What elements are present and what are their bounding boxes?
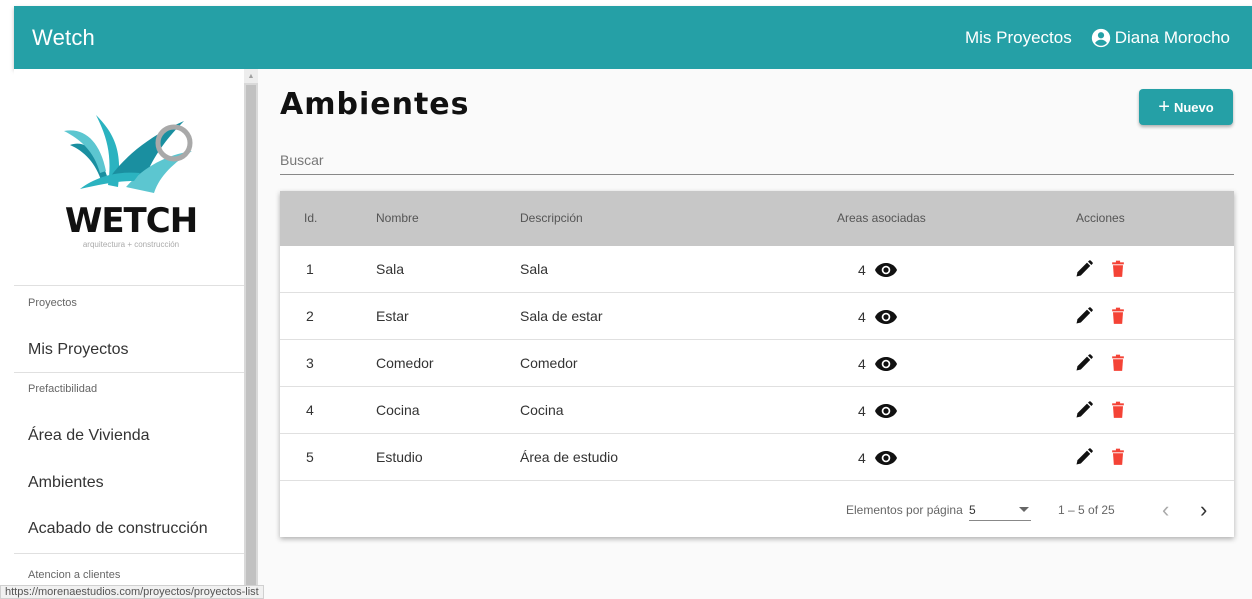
app-brand[interactable]: Wetch	[32, 25, 95, 51]
sidebar-divider	[14, 553, 244, 554]
table-row: 2 Estar Sala de estar 4	[280, 293, 1234, 340]
sidebar: WETCH arquitectura + construcción Proyec…	[14, 69, 244, 599]
cell-nombre: Sala	[376, 261, 405, 277]
cell-areas: 4	[858, 446, 898, 470]
page-size-select[interactable]: 5	[969, 499, 1031, 521]
pencil-icon[interactable]	[1074, 446, 1094, 468]
trash-icon[interactable]	[1108, 258, 1128, 280]
cell-descripcion: Sala de estar	[520, 308, 603, 324]
cell-id: 1	[306, 261, 314, 277]
cell-actions	[1074, 305, 1128, 327]
cell-areas: 4	[858, 399, 898, 423]
cell-nombre: Estudio	[376, 449, 423, 465]
eye-icon[interactable]	[874, 305, 898, 329]
search-input[interactable]	[280, 147, 1234, 173]
cell-id: 3	[306, 355, 314, 371]
cell-nombre: Estar	[376, 308, 409, 324]
cell-descripcion: Comedor	[520, 355, 578, 371]
account-circle-icon	[1091, 28, 1110, 47]
cell-areas: 4	[858, 305, 898, 329]
sidebar-section-proyectos: Proyectos	[28, 297, 77, 309]
table-row: 1 Sala Sala 4	[280, 246, 1234, 293]
table-row: 5 Estudio Área de estudio 4	[280, 434, 1234, 481]
top-toolbar: Wetch Mis Proyectos Diana Morocho	[14, 6, 1252, 69]
areas-count: 4	[858, 450, 866, 466]
scroll-up-arrow-icon[interactable]: ▲	[244, 69, 258, 83]
new-button[interactable]: + Nuevo	[1139, 89, 1233, 125]
trash-icon[interactable]	[1108, 399, 1128, 421]
sidebar-item-area-vivienda[interactable]: Área de Vivienda	[28, 427, 150, 445]
plus-icon: +	[1158, 96, 1170, 118]
status-bar-url: https://morenaestudios.com/proyectos/pro…	[0, 585, 264, 599]
cell-actions	[1074, 352, 1128, 374]
cell-descripcion: Cocina	[520, 402, 564, 418]
areas-count: 4	[858, 309, 866, 325]
nav-mis-proyectos-link[interactable]: Mis Proyectos	[965, 28, 1072, 48]
logo-subtitle: arquitectura + construcción	[82, 240, 180, 249]
user-menu[interactable]: Diana Morocho	[1090, 27, 1230, 49]
sidebar-item-ambientes[interactable]: Ambientes	[28, 474, 104, 492]
cell-nombre: Comedor	[376, 355, 434, 371]
eye-icon[interactable]	[874, 352, 898, 376]
header-acciones: Acciones	[1076, 211, 1125, 225]
cell-descripcion: Sala	[520, 261, 549, 277]
header-areas-asociadas[interactable]: Areas asociadas	[837, 211, 926, 225]
cell-nombre: Cocina	[376, 402, 420, 418]
next-page-icon[interactable]: ›	[1200, 497, 1207, 523]
cell-descripcion: Área de estudio	[520, 449, 619, 465]
dropdown-arrow-icon	[1019, 507, 1029, 512]
sidebar-divider	[14, 372, 244, 373]
pencil-icon[interactable]	[1074, 305, 1094, 327]
cell-areas: 4	[858, 352, 898, 376]
cell-areas: 4	[858, 258, 898, 282]
sidebar-item-acabado-construccion[interactable]: Acabado de construcción	[28, 520, 208, 538]
top-nav: Mis Proyectos Diana Morocho	[965, 27, 1230, 49]
sidebar-section-prefactibilidad: Prefactibilidad	[28, 383, 98, 395]
sidebar-section-atencion-clientes: Atencion a clientes	[28, 569, 121, 581]
trash-icon[interactable]	[1108, 352, 1128, 374]
eye-icon[interactable]	[874, 258, 898, 282]
sidebar-item-mis-proyectos[interactable]: Mis Proyectos	[28, 341, 128, 359]
page-range-label: 1 – 5 of 25	[1058, 503, 1115, 517]
pencil-icon[interactable]	[1074, 258, 1094, 280]
page-size-value: 5	[969, 503, 976, 517]
scroll-thumb[interactable]	[246, 85, 256, 585]
cell-actions	[1074, 399, 1128, 421]
paginator: Elementos por página 5 1 – 5 of 25 ‹ ›	[280, 483, 1234, 537]
user-name: Diana Morocho	[1114, 27, 1230, 47]
logo-graphic	[64, 115, 193, 193]
table-row: 3 Comedor Comedor 4	[280, 340, 1234, 387]
trash-icon[interactable]	[1108, 446, 1128, 468]
items-per-page-label: Elementos por página	[846, 503, 963, 517]
areas-count: 4	[858, 262, 866, 278]
search-field[interactable]	[280, 147, 1234, 175]
header-nombre[interactable]: Nombre	[376, 211, 419, 225]
new-button-label: Nuevo	[1173, 99, 1214, 115]
logo-wordmark: WETCH	[64, 201, 198, 241]
ambientes-table: Id. Nombre Descripción Areas asociadas A…	[280, 191, 1234, 537]
pencil-icon[interactable]	[1074, 352, 1094, 374]
cell-id: 5	[306, 449, 314, 465]
previous-page-icon[interactable]: ‹	[1162, 497, 1169, 523]
areas-count: 4	[858, 356, 866, 372]
trash-icon[interactable]	[1108, 305, 1128, 327]
page-title: Ambientes	[280, 87, 470, 122]
eye-icon[interactable]	[874, 446, 898, 470]
wetch-logo: WETCH arquitectura + construcción	[56, 101, 206, 271]
header-descripcion[interactable]: Descripción	[520, 211, 583, 225]
cell-actions	[1074, 258, 1128, 280]
table-header: Id. Nombre Descripción Areas asociadas A…	[280, 191, 1234, 246]
cell-id: 4	[306, 402, 314, 418]
areas-count: 4	[858, 403, 866, 419]
pencil-icon[interactable]	[1074, 399, 1094, 421]
cell-actions	[1074, 446, 1128, 468]
cell-id: 2	[306, 308, 314, 324]
main-content: Ambientes + Nuevo Id. Nombre Descripción…	[258, 69, 1252, 599]
sidebar-divider	[14, 285, 244, 286]
header-id[interactable]: Id.	[304, 211, 317, 225]
table-row: 4 Cocina Cocina 4	[280, 387, 1234, 434]
sidebar-scrollbar[interactable]: ▲	[244, 69, 258, 599]
eye-icon[interactable]	[874, 399, 898, 423]
